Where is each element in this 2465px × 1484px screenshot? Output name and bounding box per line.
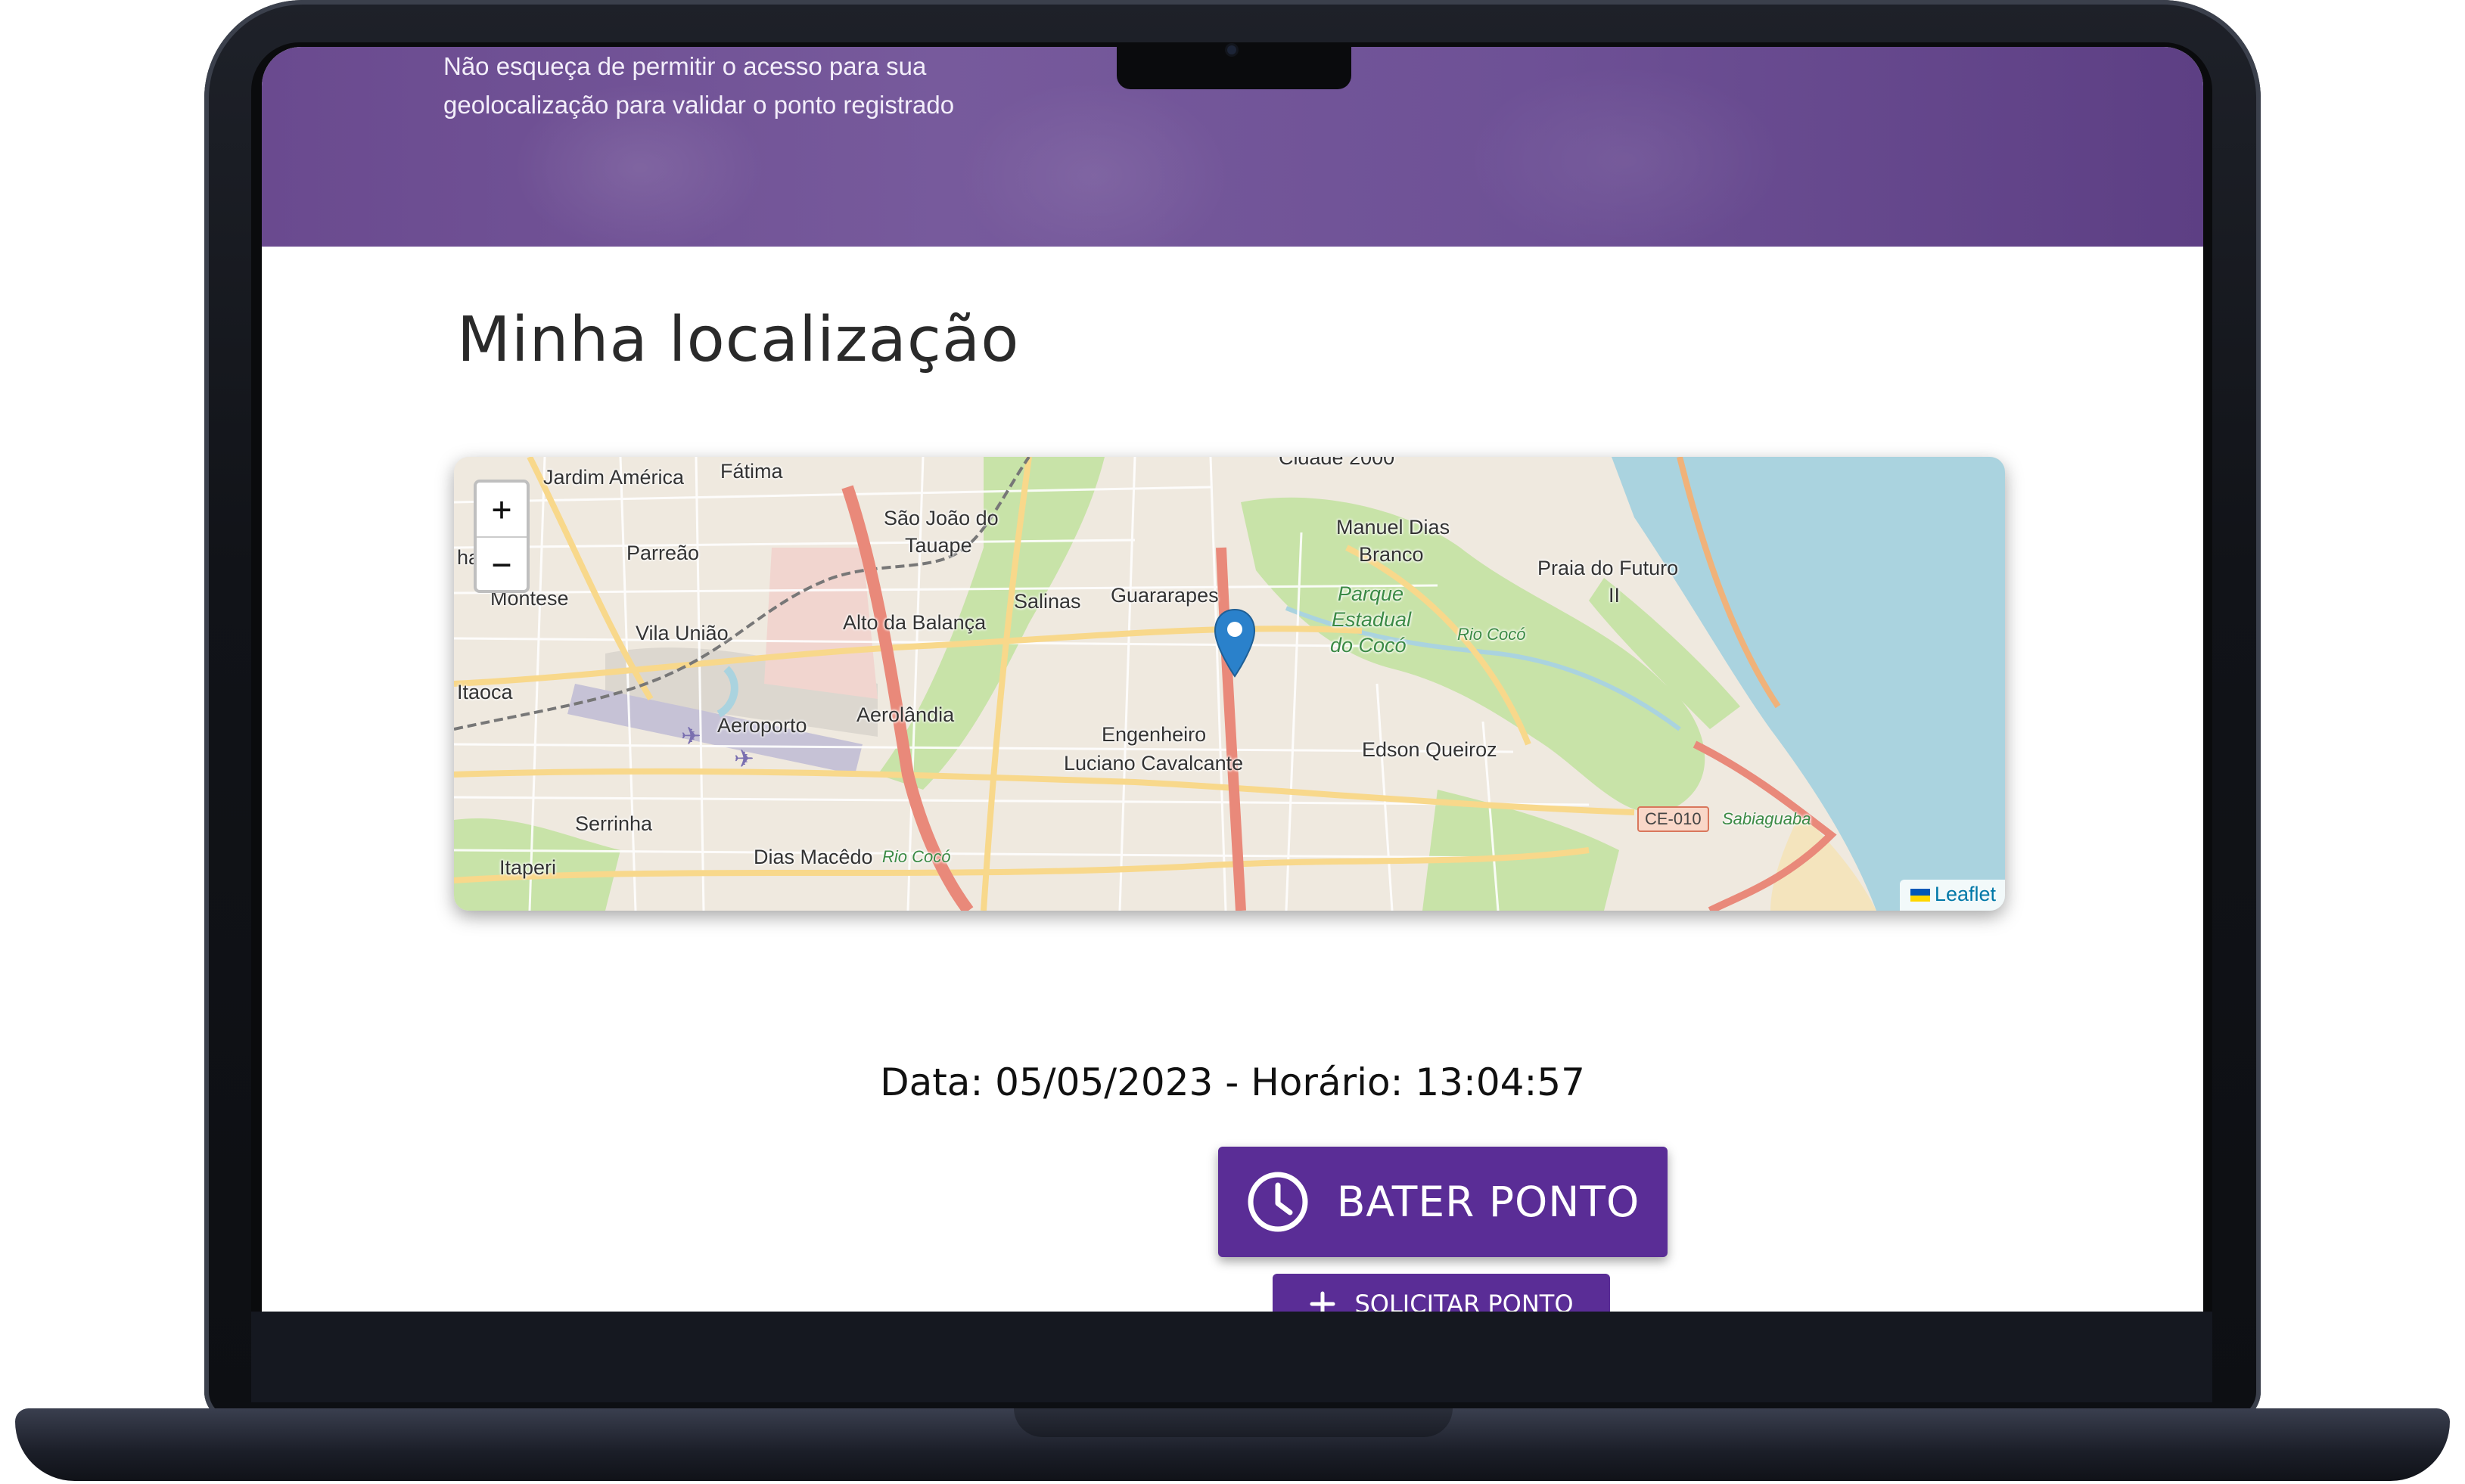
notice-line-1: Não esqueça de permitir o acesso para su… bbox=[443, 52, 927, 80]
map-label-aeroporto: Aeroporto bbox=[717, 714, 807, 737]
map-label-jardim-america: Jardim América bbox=[543, 466, 685, 489]
laptop-chin bbox=[251, 1312, 2212, 1402]
zoom-in-button[interactable]: + bbox=[477, 483, 527, 536]
map-label-edson-queiroz: Edson Queiroz bbox=[1362, 738, 1497, 761]
road-shield-ce010: CE-010 bbox=[1637, 806, 1709, 832]
map-label-alto-da-balanca: Alto da Balança bbox=[843, 611, 987, 634]
map-label-praia-do-futuro: Praia do Futuro bbox=[1537, 557, 1679, 579]
request-punch-label: SOLICITAR PONTO bbox=[1354, 1290, 1574, 1312]
map-label-vila-uniao: Vila União bbox=[636, 622, 729, 644]
map-attribution[interactable]: Leaflet bbox=[1899, 880, 2005, 911]
map-label-parque: Parque bbox=[1338, 582, 1404, 605]
svg-text:✈: ✈ bbox=[681, 722, 701, 750]
map-label-sao-joao: São João do bbox=[884, 507, 999, 529]
map-label-engenheiro: Engenheiro bbox=[1102, 723, 1207, 746]
ukraine-flag-icon bbox=[1910, 889, 1930, 902]
svg-text:✈: ✈ bbox=[734, 744, 754, 773]
map-label-cidade-2000: Cidade 2000 bbox=[1279, 457, 1395, 469]
map-label-estadual: Estadual bbox=[1332, 608, 1412, 631]
map-label-aerolandia: Aerolândia bbox=[856, 703, 955, 726]
location-map[interactable]: ✈ ✈ + − Jardim América Fátima Cidade 200… bbox=[454, 457, 2005, 911]
map-label-rio-coco-east: Rio Cocó bbox=[1457, 625, 1526, 644]
punch-clock-button[interactable]: BATER PONTO bbox=[1218, 1147, 1668, 1257]
clock-icon bbox=[1248, 1172, 1308, 1232]
geolocation-notice: Não esqueça de permitir o acesso para su… bbox=[443, 47, 1124, 124]
punch-clock-label: BATER PONTO bbox=[1336, 1178, 1640, 1226]
map-tiles: ✈ ✈ bbox=[454, 457, 2005, 911]
page-title: Minha localização bbox=[457, 304, 1020, 376]
laptop-base-notch bbox=[1014, 1408, 1453, 1437]
map-label-sabiaguaba: Sabiaguaba bbox=[1722, 809, 1811, 828]
location-marker-icon[interactable] bbox=[1214, 608, 1256, 678]
camera-icon bbox=[1227, 45, 1236, 54]
notice-line-2: geolocalização para validar o ponto regi… bbox=[443, 91, 955, 119]
map-label-guararapes: Guararapes bbox=[1111, 584, 1219, 607]
map-label-itaperi: Itaperi bbox=[499, 856, 557, 879]
map-label-do-coco: do Cocó bbox=[1330, 634, 1407, 657]
map-label-fatima: Fátima bbox=[720, 460, 783, 483]
map-label-manuel-dias: Manuel Dias bbox=[1336, 516, 1450, 539]
map-label-serrinha: Serrinha bbox=[575, 812, 653, 835]
map-label-parreao: Parreão bbox=[626, 542, 700, 564]
leaflet-link[interactable]: Leaflet bbox=[1935, 883, 1996, 905]
zoom-control: + − bbox=[474, 480, 530, 593]
map-label-itaoca: Itaoca bbox=[457, 681, 513, 703]
map-label-rio-coco-south: Rio Cocó bbox=[882, 847, 951, 866]
zoom-out-button[interactable]: − bbox=[477, 536, 527, 590]
current-datetime: Data: 05/05/2023 - Horário: 13:04:57 bbox=[880, 1060, 1585, 1104]
map-label-branco: Branco bbox=[1359, 543, 1424, 566]
map-label-luciano-cavalcante: Luciano Cavalcante bbox=[1064, 752, 1244, 775]
map-label-praia-do-futuro-ii: II bbox=[1609, 584, 1621, 607]
map-label-dias-macedo: Dias Macêdo bbox=[754, 846, 873, 868]
request-punch-button[interactable]: SOLICITAR PONTO bbox=[1273, 1274, 1610, 1312]
plus-icon bbox=[1310, 1291, 1335, 1312]
screen: Não esqueça de permitir o acesso para su… bbox=[262, 47, 2203, 1312]
map-label-tauape: Tauape bbox=[905, 534, 972, 557]
map-label-salinas: Salinas bbox=[1014, 590, 1081, 613]
